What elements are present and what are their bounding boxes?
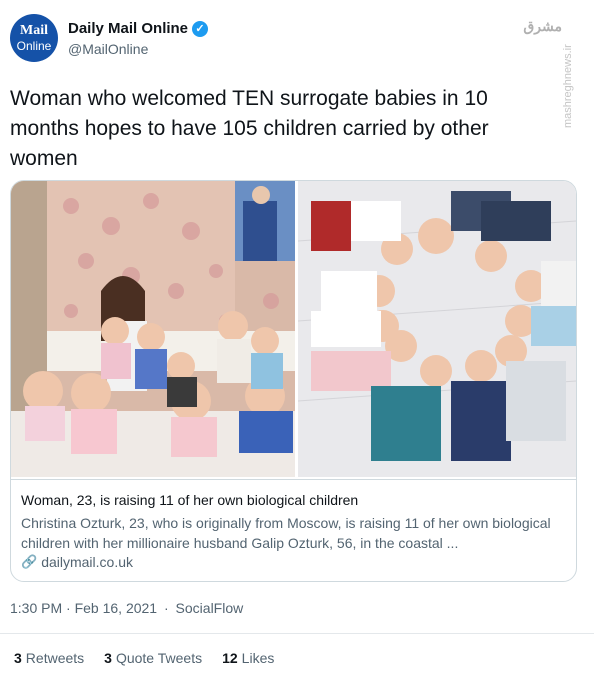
card-domain-text: dailymail.co.uk <box>41 554 134 570</box>
user-handle[interactable]: @MailOnline <box>68 41 148 57</box>
quotes-label: Quote Tweets <box>115 650 203 666</box>
tweet-header: Mail Online Daily Mail Online ✓ @MailOnl… <box>10 14 580 70</box>
card-domain[interactable]: 🔗 dailymail.co.uk <box>21 554 133 570</box>
name-row: Daily Mail Online ✓ <box>68 20 209 37</box>
watermark-text: mashreghnews.ir <box>562 44 574 128</box>
card-title[interactable]: Woman, 23, is raising 11 of her own biol… <box>21 492 358 508</box>
avatar-logo-line2: Online <box>16 39 52 53</box>
link-card[interactable]: Woman, 23, is raising 11 of her own biol… <box>10 180 577 582</box>
tweet-timestamp[interactable]: 1:30 PM · Feb 16, 2021 <box>10 600 157 616</box>
retweets-label: Retweets <box>25 650 85 666</box>
avatar-logo-line1: Mail <box>20 23 48 38</box>
likes-count: 12 <box>222 650 238 666</box>
display-name[interactable]: Daily Mail Online <box>68 20 188 37</box>
link-icon: 🔗 <box>21 554 38 569</box>
tweet-text: Woman who welcomed TEN surrogate babies … <box>10 87 489 170</box>
retweets-stat[interactable]: 3 Retweets <box>14 650 84 666</box>
card-media-image[interactable] <box>11 181 576 477</box>
quote-tweets-stat[interactable]: 3 Quote Tweets <box>104 650 202 666</box>
tweet-source[interactable]: SocialFlow <box>176 600 244 616</box>
likes-label: Likes <box>241 650 275 666</box>
watermark-logo: ﻣﺸﺮﻕ <box>523 18 562 34</box>
quotes-count: 3 <box>104 650 112 666</box>
divider <box>0 633 594 634</box>
verified-badge-icon: ✓ <box>192 20 209 37</box>
card-description: Christina Ozturk, 23, who is originally … <box>21 515 551 551</box>
card-body[interactable]: Woman, 23, is raising 11 of her own biol… <box>11 479 576 581</box>
likes-stat[interactable]: 12 Likes <box>222 650 274 666</box>
tweet-meta: 1:30 PM · Feb 16, 2021 · SocialFlow <box>10 600 243 616</box>
retweets-count: 3 <box>14 650 22 666</box>
meta-separator: · <box>163 600 169 616</box>
tweet-stats: 3 Retweets 3 Quote Tweets 12 Likes <box>14 650 274 666</box>
avatar[interactable]: Mail Online <box>10 14 58 62</box>
